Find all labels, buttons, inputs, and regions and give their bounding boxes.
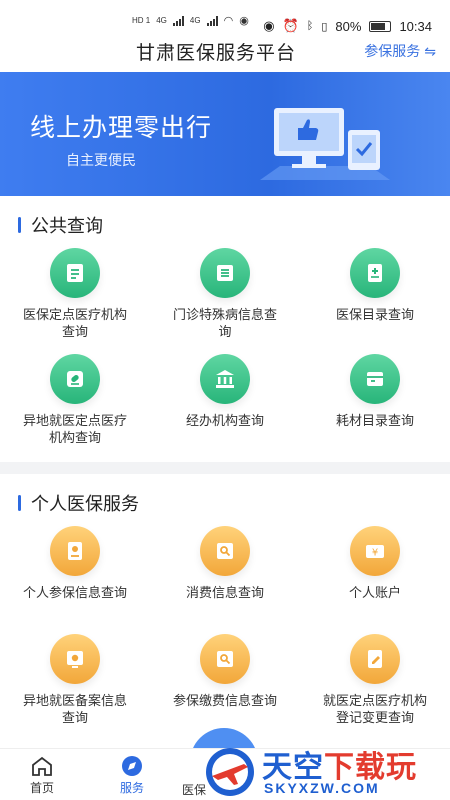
item-label: 异地就医定点医疗机构查询 [22, 413, 127, 445]
public-query-title-text: 公共查询 [31, 216, 103, 236]
item-label: 经办机构查询 [185, 413, 264, 428]
banner-headline: 线上办理零出行 [30, 114, 213, 142]
site-watermark: 天空下载玩 SKYXZW.COM [200, 742, 450, 800]
battery-icon [369, 20, 392, 32]
eye-icon: ◉ [263, 18, 275, 33]
banner-subline: 自主更便民 [66, 152, 136, 168]
net1-label: 4G [156, 16, 167, 25]
personal-item-remote-record[interactable]: 异地就医备案信息查询 [0, 634, 150, 726]
public-query-item-designated-institutions[interactable]: 医保定点医疗机构查询 [0, 248, 150, 340]
signal-icon [172, 15, 184, 26]
public-query-section-title: 公共查询 [18, 212, 103, 238]
public-query-item-remote-institutions[interactable]: 异地就医定点医疗机构查询 [0, 354, 150, 446]
personal-service-section-title: 个人医保服务 [18, 490, 139, 516]
battery-percent: 80% [335, 18, 362, 34]
card-icon [350, 354, 400, 404]
item-label: 医保目录查询 [335, 307, 414, 322]
personal-item-institution-change[interactable]: 就医定点医疗机构登记变更查询 [300, 634, 450, 726]
promo-banner[interactable]: 线上办理零出行 自主更便民 [0, 72, 450, 196]
medical-file-icon [350, 248, 400, 298]
id-card-icon [50, 526, 100, 576]
item-label: 个人参保信息查询 [22, 585, 127, 600]
svg-text:¥: ¥ [372, 548, 378, 559]
net2-label: 4G [189, 16, 201, 25]
nav-service[interactable]: 服务 [120, 755, 144, 796]
personal-item-payment[interactable]: 参保缴费信息查询 [150, 634, 300, 709]
item-label: 门诊特殊病信息查询 [172, 307, 277, 339]
pill-icon [50, 354, 100, 404]
item-label: 异地就医备案信息查询 [22, 693, 127, 725]
airplane-logo-icon [206, 748, 254, 796]
list-icon [200, 248, 250, 298]
insurance-service-switch[interactable]: 参保服务 ⇋ [364, 41, 436, 61]
document-plus-icon [50, 248, 100, 298]
bluetooth-icon: ᛒ [306, 20, 314, 32]
wifi-icon: ◠ [223, 15, 234, 27]
public-query-item-consumables[interactable]: 耗材目录查询 [300, 354, 450, 429]
signal-icon-2 [206, 15, 218, 26]
network-indicators: HD 1 4G 4G ◠ ◉ [132, 14, 249, 27]
section-marker [18, 217, 21, 233]
computer-illustration-icon [260, 108, 390, 180]
search-doc-icon [200, 634, 250, 684]
app-header: 甘肃医保服务平台 参保服务 ⇋ [0, 36, 450, 72]
public-query-item-special-disease[interactable]: 门诊特殊病信息查询 [150, 248, 300, 340]
personal-item-insurance-info[interactable]: 个人参保信息查询 [0, 526, 150, 601]
clock: 10:34 [399, 18, 432, 34]
insurance-service-label: 参保服务 [364, 43, 421, 59]
section-marker [18, 495, 21, 511]
alarm-icon: ⏰ [282, 18, 299, 33]
item-label: 个人账户 [348, 585, 401, 600]
nav-home-label: 首页 [30, 781, 55, 795]
item-label: 消费信息查询 [185, 585, 264, 600]
status-bar: HD 1 4G 4G ◠ ◉ ◉ ⏰ ᛒ ▯ 80% 10:34 [0, 0, 450, 36]
item-label: 就医定点医疗机构登记变更查询 [322, 693, 427, 725]
bank-icon [200, 354, 250, 404]
sim1-label: HD 1 [132, 16, 151, 25]
vibrate-icon: ▯ [321, 20, 328, 33]
public-query-item-catalog[interactable]: 医保目录查询 [300, 248, 450, 323]
personal-item-consumption[interactable]: 消费信息查询 [150, 526, 300, 601]
search-doc-icon [200, 526, 250, 576]
item-label: 医保定点医疗机构查询 [22, 307, 127, 339]
switch-icon: ⇋ [424, 42, 436, 59]
public-query-item-agencies[interactable]: 经办机构查询 [150, 354, 300, 429]
personal-item-account[interactable]: ¥ 个人账户 [300, 526, 450, 601]
wallet-yen-icon: ¥ [350, 526, 400, 576]
item-label: 耗材目录查询 [335, 413, 414, 428]
record-icon [50, 634, 100, 684]
page-title: 甘肃医保服务平台 [136, 43, 297, 64]
nav-service-label: 服务 [120, 781, 145, 795]
edit-doc-icon [350, 634, 400, 684]
item-label: 参保缴费信息查询 [172, 693, 277, 708]
personal-service-title-text: 个人医保服务 [31, 494, 139, 514]
watermark-domain: SKYXZW.COM [264, 780, 380, 796]
home-icon [32, 756, 52, 776]
nav-home[interactable]: 首页 [30, 755, 54, 796]
chat-icon: ◉ [239, 15, 249, 27]
compass-icon [122, 756, 142, 776]
section-divider [0, 462, 450, 474]
